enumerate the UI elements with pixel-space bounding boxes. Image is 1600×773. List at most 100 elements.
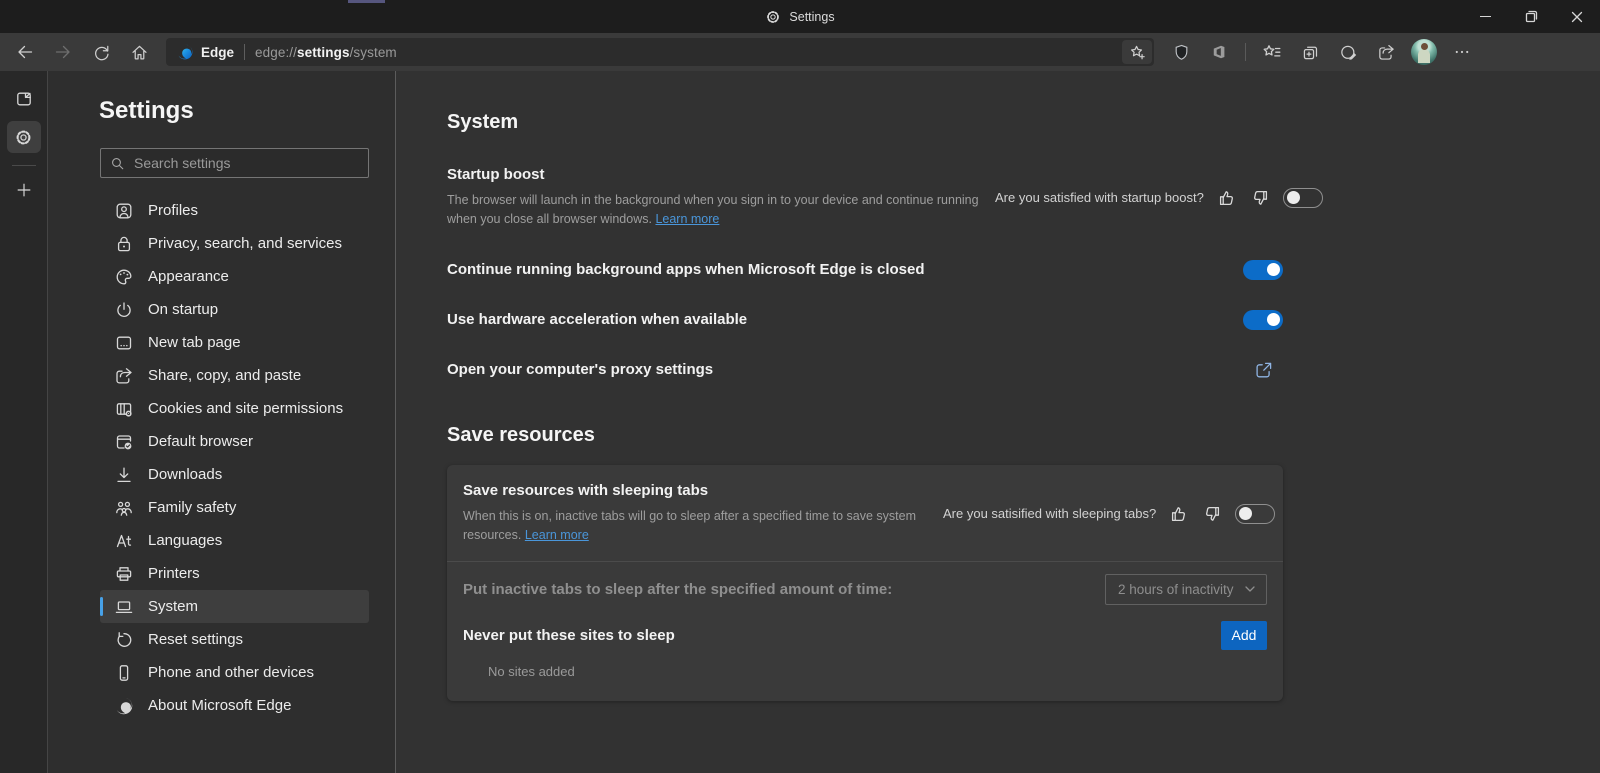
sidebar-item-downloads[interactable]: Downloads bbox=[100, 458, 369, 491]
sidebar-item-default-browser[interactable]: Default browser bbox=[100, 425, 369, 458]
refresh-button[interactable] bbox=[84, 37, 118, 67]
close-button[interactable] bbox=[1554, 0, 1600, 33]
proxy-settings-row[interactable]: Open your computer's proxy settings bbox=[447, 360, 1283, 380]
tab-settings[interactable]: Settings bbox=[765, 9, 835, 25]
never-sleep-row: Never put these sites to sleep Add bbox=[447, 617, 1283, 662]
office-extension-button[interactable] bbox=[1202, 37, 1236, 67]
sleeping-tabs-title: Save resources with sleeping tabs bbox=[463, 481, 709, 499]
settings-nav: Profiles Privacy, search, and services A… bbox=[48, 194, 395, 722]
sidebar-item-phone-devices[interactable]: Phone and other devices bbox=[100, 656, 369, 689]
learn-more-link[interactable]: Learn more bbox=[525, 528, 589, 542]
startup-boost-title: Startup boost bbox=[447, 166, 545, 183]
sidebar-item-new-tab-page[interactable]: New tab page bbox=[100, 326, 369, 359]
sidebar-item-profiles[interactable]: Profiles bbox=[100, 194, 369, 227]
sidebar-item-cookies-permissions[interactable]: Cookies and site permissions bbox=[100, 392, 369, 425]
active-indicator bbox=[100, 597, 103, 616]
add-favorite-button[interactable] bbox=[1122, 40, 1152, 64]
sleep-timeout-dropdown[interactable]: 2 hours of inactivity bbox=[1105, 573, 1267, 605]
dropdown-value: 2 hours of inactivity bbox=[1118, 581, 1234, 597]
sidebar-item-label: Languages bbox=[148, 532, 223, 549]
search-settings-box[interactable] bbox=[100, 148, 369, 178]
default-browser-icon bbox=[114, 432, 134, 452]
shield-extension-button[interactable] bbox=[1164, 37, 1198, 67]
settings-menu-button[interactable] bbox=[1445, 37, 1479, 67]
languages-icon bbox=[114, 531, 134, 551]
restore-button[interactable] bbox=[1508, 0, 1554, 33]
forward-button[interactable] bbox=[46, 37, 80, 67]
sidebar-item-about-edge[interactable]: About Microsoft Edge bbox=[100, 689, 369, 722]
search-input[interactable] bbox=[134, 155, 360, 171]
forward-arrow-icon bbox=[53, 42, 73, 62]
printer-icon bbox=[114, 564, 134, 584]
chevron-down-icon bbox=[1243, 582, 1257, 596]
external-link-icon bbox=[1254, 360, 1274, 380]
sidebar-item-reset-settings[interactable]: Reset settings bbox=[100, 623, 369, 656]
address-bar[interactable]: Edge edge://settings/system bbox=[166, 38, 1154, 66]
sidebar-item-label: Privacy, search, and services bbox=[148, 235, 342, 252]
edge-logo-icon bbox=[176, 43, 194, 61]
refresh-icon bbox=[92, 43, 111, 62]
sidebar-item-appearance[interactable]: Appearance bbox=[100, 260, 369, 293]
web-capture-button[interactable] bbox=[1331, 37, 1365, 67]
office-logo-icon bbox=[1210, 43, 1228, 61]
startup-boost-toggle[interactable] bbox=[1282, 187, 1323, 208]
sidebar-item-family-safety[interactable]: Family safety bbox=[100, 491, 369, 524]
background-apps-setting: Continue running background apps when Mi… bbox=[447, 259, 1283, 280]
favorites-star-list-icon bbox=[1262, 42, 1282, 62]
share-icon bbox=[114, 366, 134, 386]
background-apps-toggle[interactable] bbox=[1243, 259, 1283, 280]
vertical-tabs-icon bbox=[14, 89, 34, 109]
close-icon bbox=[1571, 11, 1583, 23]
add-site-button[interactable]: Add bbox=[1221, 620, 1267, 650]
new-tab-page-icon bbox=[114, 333, 134, 353]
thumbs-up-icon[interactable] bbox=[1217, 188, 1237, 208]
favorites-button[interactable] bbox=[1255, 37, 1289, 67]
family-icon bbox=[114, 498, 134, 518]
sidebar-item-privacy[interactable]: Privacy, search, and services bbox=[100, 227, 369, 260]
sidebar-item-label: System bbox=[148, 598, 199, 615]
no-sites-added-text: No sites added bbox=[488, 663, 575, 679]
power-icon bbox=[114, 300, 134, 320]
sidebar-item-label: Family safety bbox=[148, 499, 237, 516]
toolbar-divider bbox=[1245, 43, 1246, 61]
sidebar-item-system[interactable]: System bbox=[100, 590, 369, 623]
web-capture-icon bbox=[1339, 43, 1358, 62]
thumbs-down-icon[interactable] bbox=[1202, 504, 1222, 524]
collections-button[interactable] bbox=[1293, 37, 1327, 67]
sidebar-item-share-copy-paste[interactable]: Share, copy, and paste bbox=[100, 359, 369, 392]
sidebar-item-languages[interactable]: Languages bbox=[100, 524, 369, 557]
sleeping-tabs-toggle[interactable] bbox=[1235, 503, 1276, 524]
phone-icon bbox=[114, 663, 134, 683]
new-tab-button[interactable] bbox=[7, 174, 41, 206]
thumbs-down-icon[interactable] bbox=[1250, 188, 1270, 208]
titlebar-accent-strip bbox=[348, 0, 385, 3]
learn-more-link[interactable]: Learn more bbox=[655, 212, 719, 226]
ellipsis-icon bbox=[1453, 43, 1471, 61]
shield-icon bbox=[1172, 43, 1191, 62]
profile-avatar[interactable] bbox=[1411, 39, 1437, 65]
active-settings-tab-button[interactable] bbox=[6, 121, 41, 153]
tab-actions-button[interactable] bbox=[7, 83, 41, 115]
profiles-icon bbox=[114, 201, 134, 221]
tab-title: Settings bbox=[789, 9, 835, 24]
search-icon bbox=[109, 155, 126, 172]
page-title: System bbox=[447, 111, 519, 133]
window-controls bbox=[1462, 0, 1600, 33]
feedback-question: Are you satisfied with startup boost? bbox=[995, 190, 1204, 206]
settings-gear-icon bbox=[765, 9, 781, 25]
home-button[interactable] bbox=[122, 37, 156, 67]
url-text: edge://settings/system bbox=[255, 44, 397, 60]
sleeping-tabs-setting: Save resources with sleeping tabs When t… bbox=[447, 465, 1283, 561]
back-button[interactable] bbox=[8, 37, 42, 67]
sidebar-item-on-startup[interactable]: On startup bbox=[100, 293, 369, 326]
minimize-button[interactable] bbox=[1462, 0, 1508, 33]
browser-toolbar: Edge edge://settings/system bbox=[0, 33, 1600, 71]
sidebar-item-printers[interactable]: Printers bbox=[100, 557, 369, 590]
sidebar-item-label: Appearance bbox=[148, 268, 229, 285]
share-button[interactable] bbox=[1369, 37, 1403, 67]
sidebar-item-label: Default browser bbox=[148, 433, 254, 450]
hardware-acceleration-toggle[interactable] bbox=[1243, 309, 1283, 330]
sidebar-item-label: On startup bbox=[148, 301, 219, 318]
reset-icon bbox=[114, 630, 134, 650]
thumbs-up-icon[interactable] bbox=[1169, 504, 1189, 524]
